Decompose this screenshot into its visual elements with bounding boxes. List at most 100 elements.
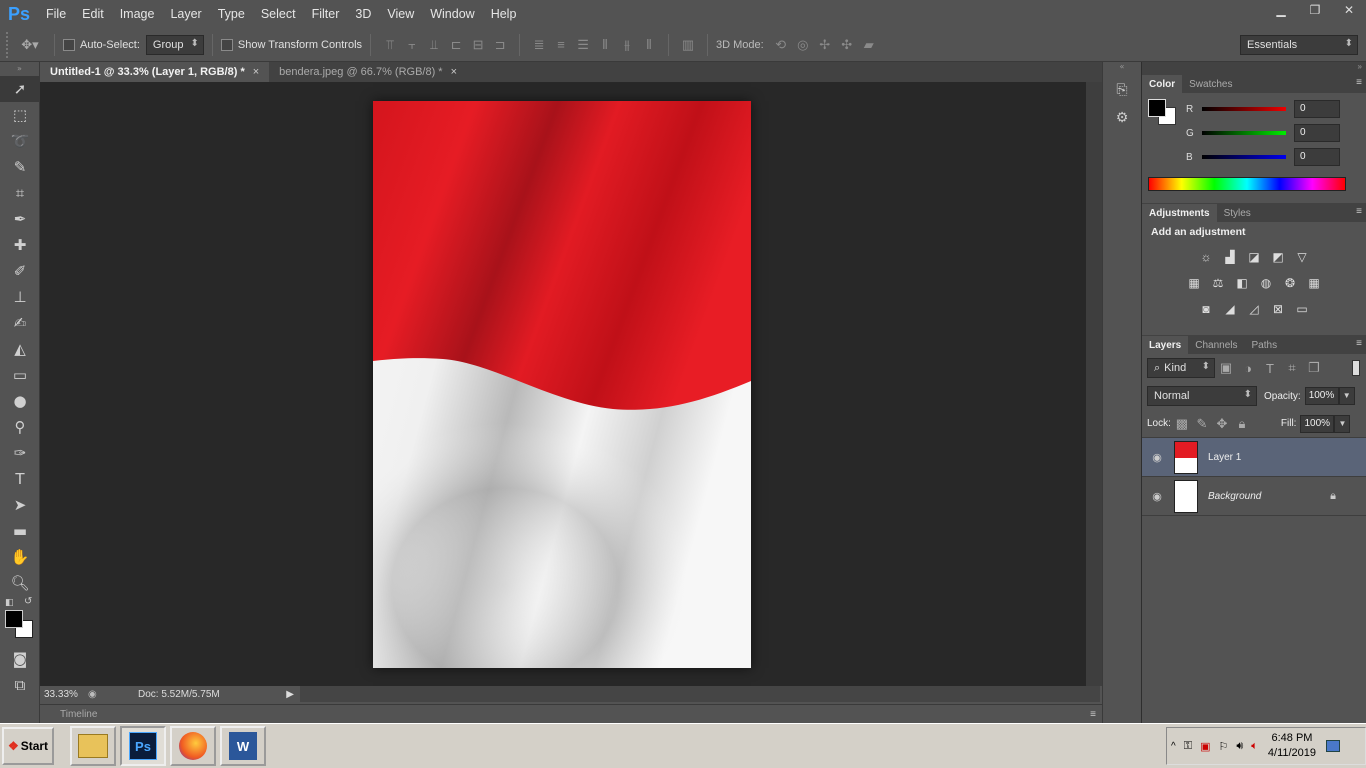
color-lookup-icon[interactable]: ▦ [1305, 275, 1323, 291]
tab-bendera[interactable]: bendera.jpeg @ 66.7% (RGB/8) * × [269, 62, 467, 82]
menu-filter[interactable]: Filter [304, 0, 348, 28]
menu-window[interactable]: Window [422, 0, 482, 28]
eyedropper-tool[interactable]: ✒ [0, 206, 40, 232]
workspace-dropdown[interactable]: Essentials [1240, 35, 1358, 55]
pen-tool[interactable]: ✑ [0, 440, 40, 466]
tab-untitled-1[interactable]: Untitled-1 @ 33.3% (Layer 1, RGB/8) * × [40, 62, 270, 82]
black-white-icon[interactable]: ◧ [1233, 275, 1251, 291]
hue-saturation-icon[interactable]: ▦ [1185, 275, 1203, 291]
brush-tool[interactable]: ✐ [0, 258, 40, 284]
red-slider[interactable] [1202, 107, 1286, 111]
posterize-icon[interactable]: ◢ [1221, 301, 1239, 317]
swap-colors-icon[interactable]: ↺ [24, 596, 32, 607]
color-fg-swatch[interactable] [1148, 99, 1166, 117]
shape-tool[interactable]: ▬ [0, 518, 40, 544]
selective-color-icon[interactable]: ⊠ [1269, 301, 1287, 317]
collapse-panels-icon[interactable]: » [1142, 62, 1366, 74]
blur-tool[interactable]: ● [0, 388, 40, 414]
menu-view[interactable]: View [379, 0, 422, 28]
move-tool[interactable]: ➚ [0, 76, 40, 102]
brightness-icon[interactable]: ☼ [1197, 249, 1215, 265]
gradient-map-icon[interactable]: ▭ [1293, 301, 1311, 317]
lock-position-icon[interactable]: ✥ [1211, 413, 1233, 435]
options-grip[interactable] [6, 31, 14, 58]
blue-value[interactable]: 0 [1294, 148, 1340, 166]
menu-image[interactable]: Image [112, 0, 163, 28]
panel-menu-icon[interactable]: ≡ [1356, 338, 1362, 349]
auto-align-icon[interactable]: ▥ [677, 34, 699, 56]
auto-select-checkbox[interactable] [63, 38, 75, 51]
security-icon[interactable]: ▣ [1200, 740, 1210, 753]
minimize-button[interactable]: ▁ [1264, 0, 1298, 20]
panel-menu-icon[interactable]: ≡ [1356, 77, 1362, 88]
collapse-tools-icon[interactable]: » [0, 62, 39, 76]
status-arrow-icon[interactable]: ▶ [286, 689, 294, 700]
foreground-color-swatch[interactable] [5, 610, 23, 628]
distribute-hcenter-icon[interactable]: ⫵ [616, 34, 638, 56]
photo-filter-icon[interactable]: ◍ [1257, 275, 1275, 291]
zoom-tool[interactable]: 🔍︎ [0, 570, 40, 596]
eye-icon[interactable]: ◉ [1142, 451, 1172, 464]
dodge-tool[interactable]: ⚲ [0, 414, 40, 440]
quick-select-tool[interactable]: ✎ [0, 154, 40, 180]
distribute-right-icon[interactable]: ⦀ [638, 34, 660, 56]
filter-toggle[interactable] [1352, 360, 1360, 376]
clock[interactable]: 6:48 PM 4/11/2019 [1268, 731, 1316, 761]
gradient-tool[interactable]: ▭ [0, 362, 40, 388]
tab-channels[interactable]: Channels [1188, 336, 1244, 354]
start-button[interactable]: ❖ Start [2, 727, 54, 765]
network-icon[interactable]: ⚿ [1184, 740, 1192, 753]
volume-icon[interactable]: 🔊︎ [1236, 740, 1243, 753]
color-spectrum-ramp[interactable] [1148, 177, 1346, 191]
3d-rotate-icon[interactable]: ⟲ [770, 34, 792, 56]
filter-smart-object-icon[interactable]: ❐ [1303, 357, 1325, 379]
eye-icon[interactable]: ◉ [1142, 490, 1172, 503]
layer-row-layer-1[interactable]: ◉ Layer 1 [1142, 438, 1366, 477]
healing-brush-tool[interactable]: ✚ [0, 232, 40, 258]
path-selection-tool[interactable]: ➤ [0, 492, 40, 518]
3d-slide-icon[interactable]: ✣ [836, 34, 858, 56]
tab-layers[interactable]: Layers [1142, 336, 1189, 354]
align-hcenter-icon[interactable]: ⊟ [467, 34, 489, 56]
align-vcenter-icon[interactable]: ⫟ [401, 34, 423, 56]
levels-icon[interactable]: ▟ [1221, 249, 1239, 265]
menu-select[interactable]: Select [253, 0, 304, 28]
menu-help[interactable]: Help [483, 0, 525, 28]
filter-pixel-icon[interactable]: ▣ [1215, 357, 1237, 379]
3d-drag-icon[interactable]: ✢ [814, 34, 836, 56]
red-value[interactable]: 0 [1294, 100, 1340, 118]
vibrance-icon[interactable]: ▽ [1293, 249, 1311, 265]
opacity-dropdown-icon[interactable]: ▼ [1338, 387, 1355, 405]
fill-field[interactable]: 100% [1300, 414, 1335, 433]
quick-mask-tool[interactable]: ◙ [0, 646, 40, 672]
restore-button[interactable]: ❐ [1298, 0, 1332, 20]
align-bottom-icon[interactable]: ⫫ [423, 34, 445, 56]
distribute-bottom-icon[interactable]: ☰ [572, 34, 594, 56]
layer-row-background[interactable]: ◉ Background 🔒︎ [1142, 477, 1366, 516]
3d-scale-icon[interactable]: ▰ [858, 34, 880, 56]
lock-all-icon[interactable]: 🔒︎ [1231, 413, 1253, 435]
close-tab-icon[interactable]: × [253, 66, 259, 78]
green-slider[interactable] [1202, 131, 1286, 135]
horizontal-scrollbar[interactable] [300, 686, 1100, 702]
move-tool-icon[interactable]: ✥▾ [14, 34, 46, 56]
show-hidden-icons[interactable]: ^ [1171, 741, 1176, 752]
screen-mode-tool[interactable]: ⧉ [0, 672, 40, 698]
lasso-tool[interactable]: ➰ [0, 128, 40, 154]
menu-type[interactable]: Type [210, 0, 253, 28]
show-transform-checkbox[interactable] [220, 38, 233, 51]
filter-type-icon[interactable]: T [1259, 357, 1281, 379]
default-colors-icon[interactable]: ◧ [5, 598, 14, 608]
close-button[interactable]: ✕ [1332, 0, 1366, 20]
tab-swatches[interactable]: Swatches [1182, 75, 1239, 93]
status-menu-icon[interactable]: ◉ [88, 689, 108, 700]
filter-adjustment-icon[interactable]: ◑ [1237, 357, 1259, 379]
color-balance-icon[interactable]: ⚖ [1209, 275, 1227, 291]
hand-tool[interactable]: ✋ [0, 544, 40, 570]
layer-kind-filter[interactable]: ⌕ Kind [1147, 358, 1215, 378]
opacity-field[interactable]: 100% [1304, 387, 1339, 405]
zoom-level[interactable]: 33.33% [40, 689, 88, 700]
tab-paths[interactable]: Paths [1245, 336, 1285, 354]
blue-slider[interactable] [1202, 155, 1286, 159]
tab-styles[interactable]: Styles [1217, 204, 1258, 222]
